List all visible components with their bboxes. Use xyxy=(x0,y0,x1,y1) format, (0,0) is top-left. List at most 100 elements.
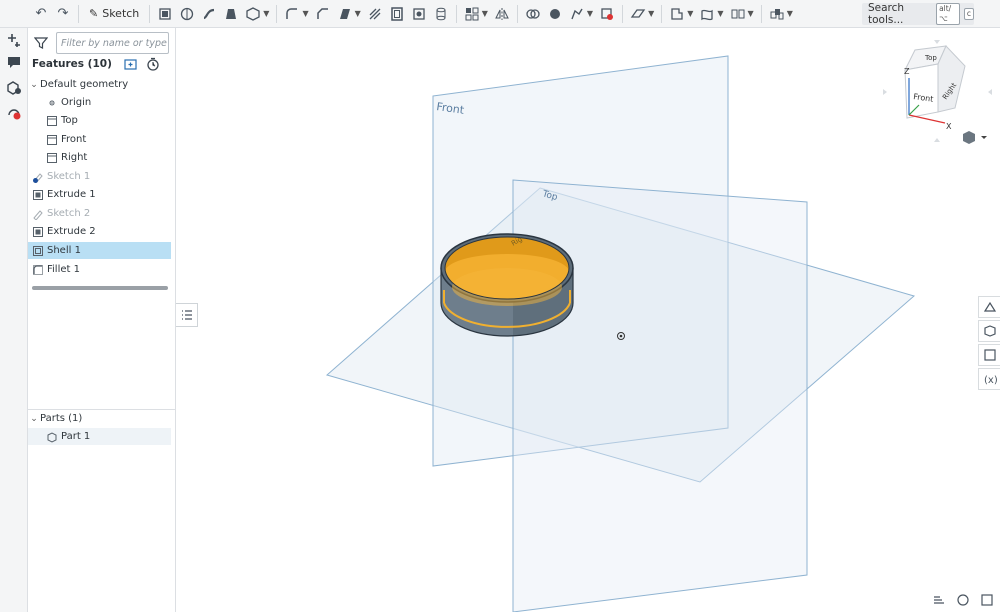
rollback-bar[interactable] xyxy=(32,286,168,290)
tree-shell-1[interactable]: Shell 1 xyxy=(28,242,171,259)
measure-icon[interactable] xyxy=(932,593,946,610)
right-plane[interactable] xyxy=(512,179,808,612)
plane-icon[interactable] xyxy=(628,3,648,25)
right-rail: (x) xyxy=(978,296,1000,392)
section-view-icon[interactable] xyxy=(956,593,970,610)
add-folder-icon[interactable] xyxy=(124,57,138,71)
surface-icon[interactable] xyxy=(697,3,717,25)
chevron-down-icon[interactable]: ▼ xyxy=(587,9,593,18)
undo-icon[interactable]: ↶ xyxy=(31,3,51,25)
plane-icon xyxy=(46,115,58,127)
origin-icon xyxy=(46,97,58,109)
tree-label: Default geometry xyxy=(40,79,129,90)
pattern-icon[interactable] xyxy=(462,3,482,25)
comments-icon[interactable] xyxy=(4,52,24,72)
extrude-icon xyxy=(32,226,44,238)
split-icon[interactable] xyxy=(545,3,565,25)
tree-part-1[interactable]: Part 1 xyxy=(28,428,171,445)
thread-icon[interactable] xyxy=(431,3,451,25)
tree-label: Parts (1) xyxy=(40,413,83,424)
draft-icon[interactable] xyxy=(335,3,355,25)
thicken-icon[interactable] xyxy=(243,3,263,25)
chamfer-icon[interactable] xyxy=(313,3,333,25)
chevron-down-icon[interactable]: ▼ xyxy=(263,9,269,18)
tree-extrude-2[interactable]: Extrude 2 xyxy=(28,223,171,240)
shell-icon[interactable] xyxy=(387,3,407,25)
tree-label: Extrude 2 xyxy=(47,226,96,237)
tree-fillet-1[interactable]: Fillet 1 xyxy=(28,261,171,278)
pencil-icon: ✎ xyxy=(89,7,99,20)
transform-icon[interactable] xyxy=(567,3,587,25)
tree-label: Sketch 2 xyxy=(47,208,91,219)
tree-front-plane[interactable]: Front xyxy=(28,131,171,148)
graphics-viewport[interactable]: Front Top Rig Top Front Right Z X (x) xyxy=(176,28,1000,612)
revolve-icon[interactable] xyxy=(177,3,197,25)
chevron-down-icon[interactable]: ⌄ xyxy=(28,414,40,424)
mirror-icon[interactable] xyxy=(492,3,512,25)
tree-origin[interactable]: Origin xyxy=(28,94,171,111)
tree-sketch-2[interactable]: Sketch 2 xyxy=(28,205,171,222)
variables-icon[interactable]: (x) xyxy=(978,368,1000,390)
tree-label: Fillet 1 xyxy=(47,264,80,275)
extrude-icon xyxy=(32,189,44,201)
svg-text:(x): (x) xyxy=(984,375,997,386)
axis-z-label: Z xyxy=(904,67,910,76)
chevron-down-icon[interactable]: ▼ xyxy=(687,9,693,18)
tree-right-plane[interactable]: Right xyxy=(28,149,171,166)
parts-panel-icon[interactable] xyxy=(978,320,1000,342)
chevron-down-icon[interactable]: ▼ xyxy=(748,9,754,18)
sweep-icon[interactable] xyxy=(199,3,219,25)
chevron-down-icon[interactable]: ▼ xyxy=(787,9,793,18)
loft-icon[interactable] xyxy=(221,3,241,25)
extrude-icon[interactable] xyxy=(155,3,175,25)
shortcut-key: alt/⌥ xyxy=(936,3,960,25)
chevron-down-icon[interactable]: ▼ xyxy=(648,9,654,18)
hole-icon[interactable] xyxy=(409,3,429,25)
tree-label: Top xyxy=(61,115,78,126)
tree-default-geometry[interactable]: ⌄ Default geometry xyxy=(28,76,171,93)
view-tools-icon[interactable] xyxy=(728,3,748,25)
chevron-down-icon[interactable]: ▼ xyxy=(302,9,308,18)
fillet-icon xyxy=(32,264,44,276)
tree-top-plane[interactable]: Top xyxy=(28,112,171,129)
tree-parts-header[interactable]: ⌄ Parts (1) xyxy=(28,410,171,427)
search-tools-button[interactable]: Search tools... alt/⌥ c xyxy=(862,2,974,26)
part-icon xyxy=(46,431,58,443)
render-mode-icon[interactable] xyxy=(980,593,994,610)
viewcube-top-label: Top xyxy=(924,54,937,62)
tree-label: Part 1 xyxy=(61,431,91,442)
rib-icon[interactable] xyxy=(365,3,385,25)
tree-sketch-1[interactable]: Sketch 1 xyxy=(28,168,171,185)
chevron-down-icon[interactable]: ▼ xyxy=(482,9,488,18)
sheet-metal-icon[interactable] xyxy=(667,3,687,25)
fillet-icon[interactable] xyxy=(282,3,302,25)
plane-icon xyxy=(46,134,58,146)
main-toolbar: ↶ ↷ ✎ Sketch ▼ ▼ ▼ ▼ ▼ ▼ ▼ ▼ ▼ ▼ xyxy=(0,0,1000,28)
plane-icon xyxy=(46,152,58,164)
tree-extrude-1[interactable]: Extrude 1 xyxy=(28,186,171,203)
appearance-icon[interactable] xyxy=(4,103,24,123)
boolean-icon[interactable] xyxy=(523,3,543,25)
filter-icon[interactable] xyxy=(33,36,49,50)
appearance-panel-icon[interactable] xyxy=(978,296,1000,318)
chevron-down-icon[interactable]: ▼ xyxy=(717,9,723,18)
chevron-down-icon[interactable]: ⌄ xyxy=(28,80,40,90)
filter-input[interactable] xyxy=(56,32,169,54)
view-options-icon[interactable] xyxy=(963,131,987,144)
custom-features-icon[interactable] xyxy=(767,3,787,25)
parts-icon[interactable] xyxy=(4,78,24,98)
sketch-button[interactable]: ✎ Sketch xyxy=(83,7,145,20)
sketch-label: Sketch xyxy=(102,7,140,20)
stopwatch-icon[interactable] xyxy=(146,57,160,71)
redo-icon[interactable]: ↷ xyxy=(53,3,73,25)
left-rail xyxy=(0,0,28,612)
delete-part-icon[interactable] xyxy=(597,3,617,25)
mate-connector-icon[interactable] xyxy=(4,30,24,50)
part-body[interactable] xyxy=(440,233,574,337)
mass-properties-icon[interactable] xyxy=(978,344,1000,366)
search-tools-label: Search tools... xyxy=(868,2,905,26)
tree-label: Sketch 1 xyxy=(47,171,91,182)
view-cube[interactable]: Top Front Right Z X xyxy=(883,40,992,142)
chevron-down-icon[interactable]: ▼ xyxy=(355,9,361,18)
feature-list-panel: Features (10) ⌄ Default geometry Origin … xyxy=(28,28,176,612)
